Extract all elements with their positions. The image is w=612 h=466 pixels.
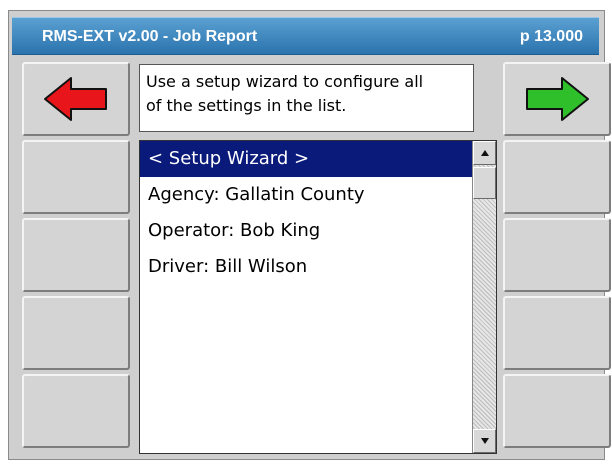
scroll-up-button[interactable] — [473, 141, 496, 165]
list-item-driver[interactable]: Driver: Bill Wilson — [140, 249, 472, 285]
scroll-up-icon — [481, 150, 489, 156]
vertical-scrollbar[interactable] — [472, 141, 496, 453]
right-soft-button-2[interactable] — [503, 218, 611, 292]
left-soft-button-4[interactable] — [22, 374, 130, 448]
scroll-down-icon — [481, 438, 489, 444]
help-text-line-2: of the settings in the list. — [146, 96, 347, 115]
right-arrow-icon — [526, 77, 589, 121]
left-arrow-icon — [44, 77, 107, 121]
help-text-line-1: Use a setup wizard to configure all — [146, 72, 424, 91]
right-soft-button-4[interactable] — [503, 374, 611, 448]
left-soft-button-3[interactable] — [22, 296, 130, 370]
list-item-setup-wizard[interactable]: < Setup Wizard > — [140, 141, 472, 177]
right-soft-button-3[interactable] — [503, 296, 611, 370]
page-indicator: p 13.000 — [519, 28, 583, 45]
scroll-down-button[interactable] — [473, 429, 496, 453]
list-item-operator[interactable]: Operator: Bob King — [140, 213, 472, 249]
title-bar: RMS-EXT v2.00 - Job Report p 13.000 — [12, 17, 599, 55]
scroll-thumb[interactable] — [473, 167, 496, 199]
forward-button[interactable] — [503, 62, 611, 136]
right-soft-button-1[interactable] — [503, 140, 611, 214]
left-soft-button-1[interactable] — [22, 140, 130, 214]
help-text-box: Use a setup wizard to configure all of t… — [139, 64, 474, 132]
list-item-agency[interactable]: Agency: Gallatin County — [140, 177, 472, 213]
back-button[interactable] — [22, 62, 130, 136]
left-soft-button-2[interactable] — [22, 218, 130, 292]
window-title: RMS-EXT v2.00 - Job Report — [42, 28, 258, 45]
settings-list[interactable]: < Setup Wizard > Agency: Gallatin County… — [139, 140, 497, 454]
